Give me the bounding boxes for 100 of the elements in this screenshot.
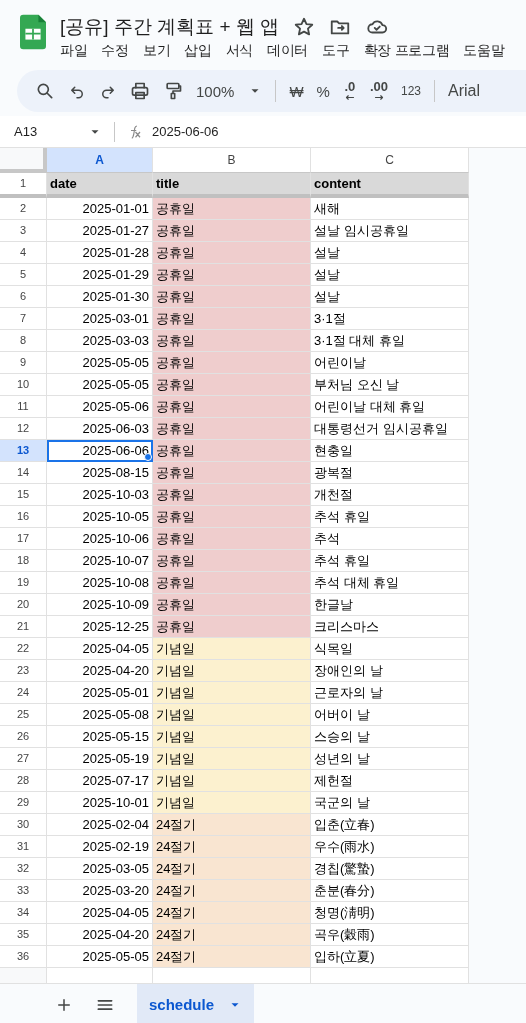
table-cell: 24절기 xyxy=(153,814,311,836)
row-number[interactable]: 18 xyxy=(0,550,47,572)
row-number[interactable]: 25 xyxy=(0,704,47,726)
table-cell: 공휴일 xyxy=(153,264,311,286)
row-number[interactable]: 23 xyxy=(0,660,47,682)
row-number[interactable]: 24 xyxy=(0,682,47,704)
table-cell: 2025-05-01 xyxy=(47,682,153,704)
row-number[interactable]: 4 xyxy=(0,242,47,264)
row-number[interactable]: 8 xyxy=(0,330,47,352)
decrease-decimal-button[interactable]: .0 xyxy=(342,80,357,102)
table-cell: 2025-04-20 xyxy=(47,660,153,682)
row-number[interactable]: 1 xyxy=(0,173,47,198)
percent-button[interactable]: % xyxy=(316,82,330,100)
table-cell: 개천절 xyxy=(311,484,469,506)
header-cell: content xyxy=(311,173,469,198)
menu-item[interactable]: 데이터 xyxy=(267,42,323,60)
row-number[interactable]: 29 xyxy=(0,792,47,814)
table-cell: 공휴일 xyxy=(153,594,311,616)
column-header[interactable]: A xyxy=(47,148,153,173)
row-number[interactable]: 2 xyxy=(0,198,47,220)
row-number[interactable]: 36 xyxy=(0,946,47,968)
table-cell: 2025-04-05 xyxy=(47,902,153,924)
currency-button[interactable]: ₩ xyxy=(289,82,304,100)
row-number[interactable]: 28 xyxy=(0,770,47,792)
column-header[interactable]: B xyxy=(153,148,311,173)
table-cell: 공휴일 xyxy=(153,418,311,440)
row-number[interactable]: 14 xyxy=(0,462,47,484)
table-cell: 광복절 xyxy=(311,462,469,484)
row-number[interactable]: 11 xyxy=(0,396,47,418)
table-cell: 새해 xyxy=(311,198,469,220)
table-cell: 2025-05-15 xyxy=(47,726,153,748)
table-cell: 2025-07-17 xyxy=(47,770,153,792)
table-cell: 2025-05-05 xyxy=(47,374,153,396)
table-cell: 2025-05-19 xyxy=(47,748,153,770)
menu-item[interactable]: 도움말 xyxy=(463,42,519,60)
column-header[interactable]: C xyxy=(311,148,469,173)
row-number[interactable]: 35 xyxy=(0,924,47,946)
table-cell: 공휴일 xyxy=(153,374,311,396)
increase-decimal-button[interactable]: .00 xyxy=(369,80,388,102)
menu-item[interactable]: 확장 프로그램 xyxy=(363,42,464,60)
row-number[interactable]: 30 xyxy=(0,814,47,836)
table-cell: 2025-06-03 xyxy=(47,418,153,440)
table-cell: 입하(立夏) xyxy=(311,946,469,968)
table-cell: 공휴일 xyxy=(153,572,311,594)
row-number[interactable]: 3 xyxy=(0,220,47,242)
menu-item[interactable]: 수정 xyxy=(101,42,143,60)
table-cell: 기념일 xyxy=(153,660,311,682)
table-cell: 2025-05-05 xyxy=(47,946,153,968)
row-number[interactable]: 17 xyxy=(0,528,47,550)
number-format-button[interactable]: 123 xyxy=(400,84,421,98)
row-number[interactable]: 7 xyxy=(0,308,47,330)
row-number[interactable]: 10 xyxy=(0,374,47,396)
table-cell: 2025-10-06 xyxy=(47,528,153,550)
menu-item[interactable]: 서식 xyxy=(225,42,268,60)
table-cell: 24절기 xyxy=(153,946,311,968)
formula-field[interactable]: 2025-06-06 xyxy=(152,124,219,139)
row-number[interactable]: 26 xyxy=(0,726,47,748)
row-number[interactable]: 6 xyxy=(0,286,47,308)
row-number[interactable]: 32 xyxy=(0,858,47,880)
search-icon[interactable] xyxy=(35,81,55,101)
row-number[interactable]: 5 xyxy=(0,264,47,286)
zoom-dropdown[interactable]: 100% xyxy=(196,82,263,100)
paint-format-icon[interactable] xyxy=(163,81,183,101)
table-cell: 설날 xyxy=(311,242,469,264)
print-icon[interactable] xyxy=(130,81,150,101)
table-cell: 장애인의 날 xyxy=(311,660,469,682)
row-number[interactable]: 13 xyxy=(0,440,47,462)
row-number[interactable]: 21 xyxy=(0,616,47,638)
font-dropdown[interactable]: Arial xyxy=(448,82,480,100)
table-cell: 공휴일 xyxy=(153,198,311,220)
row-number[interactable]: 34 xyxy=(0,902,47,924)
menu-item[interactable]: 삽입 xyxy=(184,42,226,60)
row-number[interactable]: 27 xyxy=(0,748,47,770)
row-number[interactable]: 9 xyxy=(0,352,47,374)
menu-item[interactable]: 도구 xyxy=(322,42,364,60)
star-icon[interactable] xyxy=(293,16,316,38)
row-number[interactable]: 31 xyxy=(0,836,47,858)
sheet-tab[interactable]: schedule xyxy=(137,984,255,1023)
menu-item[interactable]: 보기 xyxy=(142,42,185,60)
header-cell: title xyxy=(153,173,311,198)
row-number[interactable]: 15 xyxy=(0,484,47,506)
table-cell: 어버이 날 xyxy=(311,704,469,726)
table-cell: 어린이날 대체 휴일 xyxy=(311,396,469,418)
document-title[interactable]: [공유] 주간 계획표 + 웹 앱 xyxy=(60,14,280,40)
row-number[interactable]: 33 xyxy=(0,880,47,902)
table-cell: 부처님 오신 날 xyxy=(311,374,469,396)
row-number[interactable]: 22 xyxy=(0,638,47,660)
name-box[interactable]: A13 xyxy=(0,124,102,139)
menu-item[interactable]: 파일 xyxy=(60,42,102,60)
table-cell: 2025-10-09 xyxy=(47,594,153,616)
table-cell: 공휴일 xyxy=(153,396,311,418)
table-cell: 설날 xyxy=(311,264,469,286)
table-cell: 크리스마스 xyxy=(311,616,469,638)
table-cell: 2025-01-01 xyxy=(47,198,153,220)
row-number[interactable]: 16 xyxy=(0,506,47,528)
table-cell: 공휴일 xyxy=(153,440,311,462)
row-number[interactable]: 12 xyxy=(0,418,47,440)
table-cell: 2025-10-07 xyxy=(47,550,153,572)
row-number[interactable]: 19 xyxy=(0,572,47,594)
row-number[interactable]: 20 xyxy=(0,594,47,616)
